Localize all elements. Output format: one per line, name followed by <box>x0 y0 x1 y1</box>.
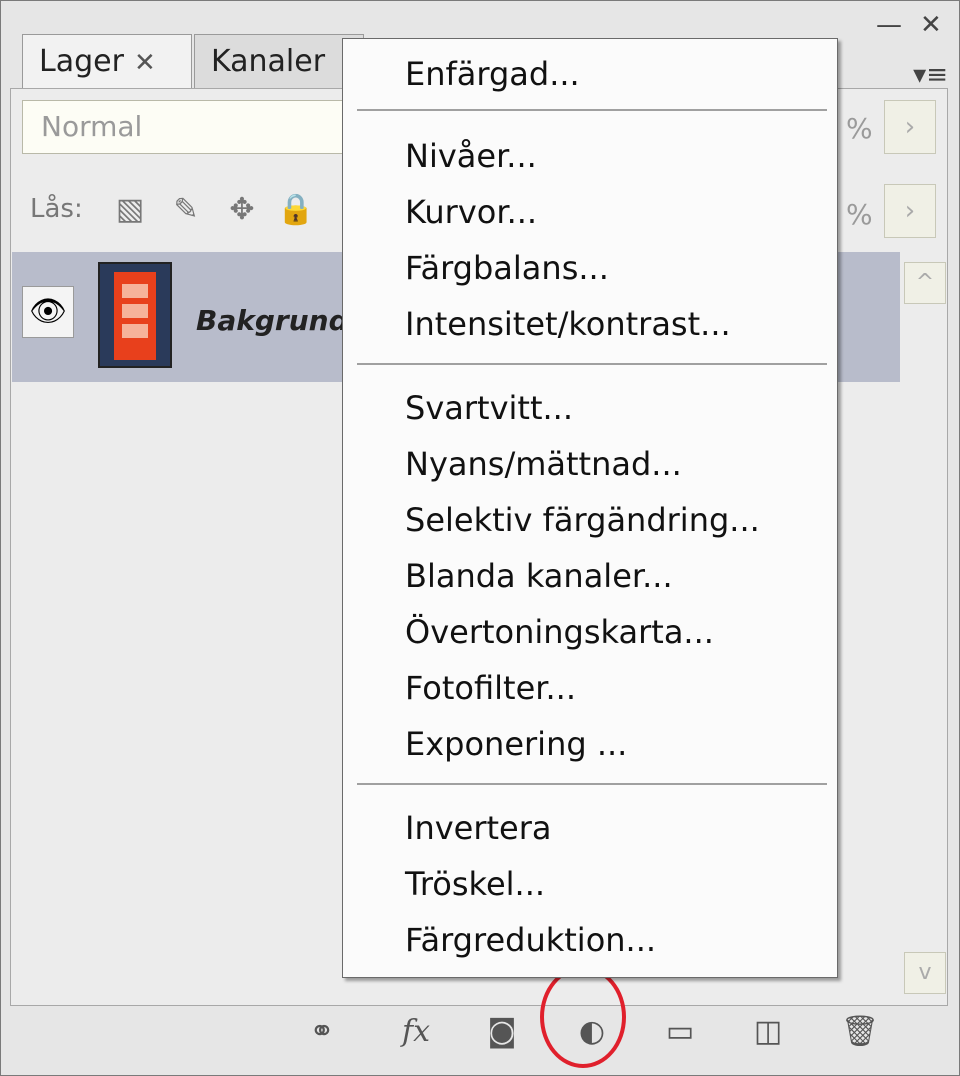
adjustment-layer-menu: Enfärgad... Nivåer... Kurvor... Färgbala… <box>342 38 838 978</box>
layer-thumbnail <box>98 262 172 368</box>
menu-item[interactable]: Nivåer... <box>405 137 537 175</box>
menu-item[interactable]: Selektiv färgändring... <box>405 501 760 539</box>
close-icon[interactable]: ✕ <box>920 10 942 40</box>
tab-close-icon[interactable]: ✕ <box>134 48 156 78</box>
menu-item[interactable]: Färgbalans... <box>405 249 609 287</box>
new-layer-icon[interactable]: ◫ <box>748 1010 788 1054</box>
tab-lager[interactable]: Lager ✕ <box>22 34 192 88</box>
menu-item[interactable]: Exponering ... <box>405 725 627 763</box>
panel-menu-icon[interactable]: ▾≡ <box>913 60 948 90</box>
tab-kanaler[interactable]: Kanaler <box>194 34 364 88</box>
phone-booth-image <box>114 272 156 360</box>
opacity-arrow-icon[interactable]: › <box>884 100 936 154</box>
eye-icon[interactable]: 👁 <box>22 286 74 338</box>
lock-move-icon[interactable]: ✥ <box>222 190 262 230</box>
menu-separator <box>357 363 827 365</box>
scroll-down-icon[interactable]: v <box>904 952 946 994</box>
lock-all-icon[interactable]: 🔒 <box>276 190 316 230</box>
folder-icon[interactable]: ▭ <box>658 1010 702 1054</box>
menu-item[interactable]: Svartvitt... <box>405 389 573 427</box>
fill-suffix: % <box>846 198 873 231</box>
minimize-icon[interactable]: — <box>876 10 902 40</box>
menu-item[interactable]: Nyans/mättnad... <box>405 445 682 483</box>
menu-item[interactable]: Enfärgad... <box>405 55 580 93</box>
menu-item[interactable]: Blanda kanaler... <box>405 557 673 595</box>
mask-icon[interactable]: ◙ <box>478 1010 526 1054</box>
link-icon[interactable]: ⚭ <box>292 1010 352 1054</box>
tab-label: Lager <box>39 44 124 79</box>
menu-item[interactable]: Intensitet/kontrast... <box>405 305 731 343</box>
menu-item[interactable]: Fotofilter... <box>405 669 576 707</box>
menu-item[interactable]: Tröskel... <box>405 865 545 903</box>
menu-item[interactable]: Kurvor... <box>405 193 537 231</box>
fill-arrow-icon[interactable]: › <box>884 184 936 238</box>
menu-separator <box>357 783 827 785</box>
scroll-up-icon[interactable]: ^ <box>904 262 946 304</box>
highlight-circle <box>540 966 626 1068</box>
lock-brush-icon[interactable]: ✎ <box>166 190 206 230</box>
menu-item[interactable]: Invertera <box>405 809 552 847</box>
blend-mode-select[interactable]: Normal <box>22 100 362 154</box>
tab-label: Kanaler <box>211 44 326 79</box>
menu-item[interactable]: Övertoningskarta... <box>405 613 714 651</box>
trash-icon[interactable]: 🗑 <box>840 1010 880 1054</box>
layer-name[interactable]: Bakgrund <box>196 304 349 337</box>
menu-separator <box>357 109 827 111</box>
lock-transparency-icon[interactable]: ▧ <box>110 190 150 230</box>
menu-item[interactable]: Färgreduktion... <box>405 921 656 959</box>
opacity-suffix: % <box>846 112 873 145</box>
fx-icon[interactable]: fx <box>388 1010 444 1054</box>
lock-label: Lås: <box>30 194 83 224</box>
